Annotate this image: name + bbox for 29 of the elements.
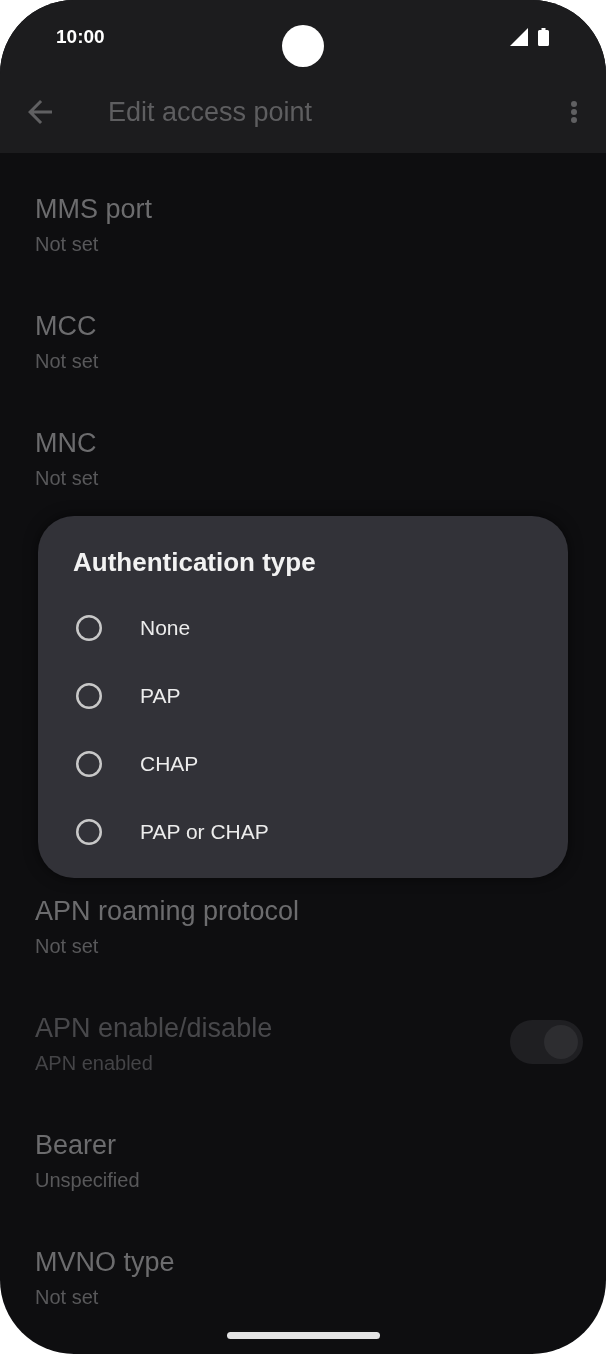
option-label[interactable]: PAP: [140, 682, 181, 710]
more-options-icon[interactable]: [571, 100, 577, 123]
radio-button[interactable]: [76, 819, 102, 845]
radio-button[interactable]: [76, 615, 102, 641]
setting-summary: Not set: [35, 349, 99, 374]
setting-title: MVNO type: [35, 1246, 175, 1279]
setting-title: APN roaming protocol: [35, 895, 300, 928]
radio-button[interactable]: [76, 751, 102, 777]
status-time: 10:00: [56, 25, 105, 49]
back-arrow-icon[interactable]: [28, 99, 52, 124]
setting-summary: Not set: [35, 934, 99, 959]
camera-hole-icon: [282, 25, 324, 67]
setting-title: MMS port: [35, 193, 153, 226]
setting-summary: Unspecified: [35, 1168, 140, 1193]
option-label[interactable]: None: [140, 614, 191, 642]
option-label[interactable]: CHAP: [140, 750, 199, 778]
signal-icon: [510, 28, 528, 46]
screen-title: Edit access point: [108, 95, 313, 129]
setting-summary: Not set: [35, 232, 99, 257]
setting-summary: Not set: [35, 466, 99, 491]
setting-title: MCC: [35, 310, 97, 343]
dialog-title: Authentication type: [73, 546, 316, 579]
radio-button[interactable]: [76, 683, 102, 709]
setting-title: MNC: [35, 427, 97, 460]
setting-title: APN enable/disable: [35, 1012, 273, 1045]
setting-title: Bearer: [35, 1129, 117, 1162]
option-label[interactable]: PAP or CHAP: [140, 818, 269, 846]
battery-icon: [538, 28, 549, 46]
setting-summary: Not set: [35, 1285, 99, 1310]
